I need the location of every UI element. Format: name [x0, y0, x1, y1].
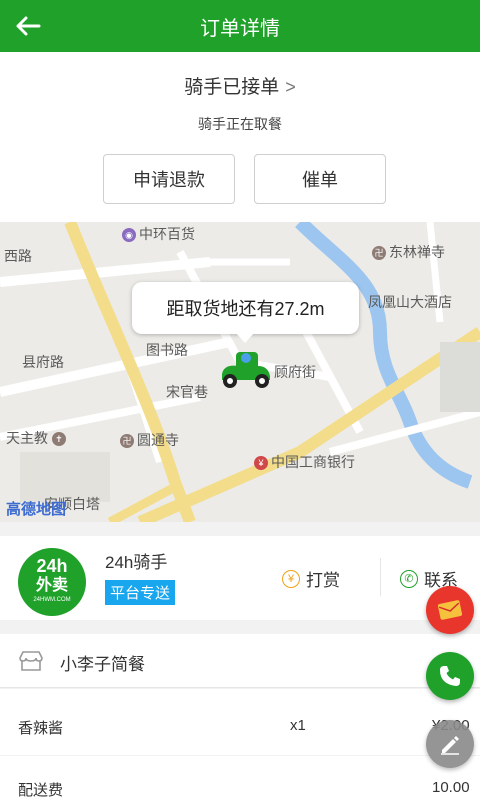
shop-name: 小李子简餐 [60, 655, 145, 674]
back-arrow-icon[interactable] [10, 8, 46, 44]
church-icon: ✝ [51, 432, 66, 447]
edit-button[interactable] [426, 720, 474, 768]
chevron-right-icon: > [285, 77, 296, 97]
tip-button[interactable]: ¥ 打赏 [282, 566, 340, 591]
map-label-xianfulu: 县府路 [22, 354, 64, 370]
map-label-donglin: 卍东林禅寺 [372, 242, 445, 262]
mall-icon: ◉ [122, 228, 136, 243]
refund-button[interactable]: 申请退款 [103, 154, 235, 204]
red-packet-icon [437, 600, 463, 620]
rider-scooter-icon [222, 352, 270, 388]
map-label-xilu: 西路 [4, 248, 32, 264]
map-label-gufujie: 顾府街 [274, 364, 316, 380]
phone-icon [440, 666, 460, 686]
order-status-panel: 骑手已接单 > 骑手正在取餐 申请退款 催单 [0, 52, 480, 222]
delivery-map[interactable]: ◉ 中环百货 卍东林禅寺 西路 凤凰山大酒店 图书路 县府路 顾府街 宋官巷 天主… [0, 222, 480, 522]
map-label-tushulu: 图书路 [146, 342, 188, 358]
status-sub-text: 骑手正在取餐 [198, 116, 282, 132]
item-name: 香辣酱 [18, 720, 64, 737]
rider-card: 24h 外卖 24HWM.COM 24h骑手 平台专送 ¥ 打赏 ✆ 联系 [0, 536, 480, 620]
page-title: 订单详情 [200, 17, 280, 40]
status-main-row[interactable]: 骑手已接单 > [0, 72, 480, 99]
yuan-coin-icon: ¥ [282, 569, 300, 588]
status-main-text: 骑手已接单 [184, 77, 280, 98]
store-icon [19, 651, 43, 671]
map-label-songguanxiang: 宋官巷 [166, 384, 208, 400]
shop-row[interactable]: 小李子简餐 › [0, 634, 480, 688]
delivery-fee-value: 10.00 [432, 779, 470, 796]
urge-order-button[interactable]: 催单 [254, 154, 386, 204]
rider-avatar-logo: 24h 外卖 24HWM.COM [18, 548, 86, 616]
map-label-fenghuang: 凤凰山大酒店 [368, 294, 452, 310]
pencil-icon [441, 736, 459, 755]
red-packet-button[interactable] [426, 586, 474, 634]
divider [380, 558, 381, 596]
call-button[interactable] [426, 652, 474, 700]
map-label-tianzhujiao: 天主教 ✝ [6, 428, 69, 448]
map-label-zhonghuan: ◉ 中环百货 [122, 224, 195, 244]
delivery-fee-label: 配送费 [18, 782, 64, 799]
item-quantity: x1 [290, 717, 306, 734]
rider-name: 24h骑手 [105, 553, 168, 572]
map-brand-logo: 高德地图 [6, 501, 67, 518]
delivery-type-badge: 平台专送 [105, 580, 176, 605]
map-label-icbc: ¥ 中国工商银行 [254, 452, 355, 472]
temple-icon: 卍 [372, 246, 386, 261]
temple-icon: 卍 [120, 434, 134, 449]
bank-icon: ¥ [254, 456, 268, 471]
map-label-yuantongsi: 卍圆通寺 [120, 430, 179, 450]
distance-bubble: 距取货地还有27.2m [132, 282, 359, 343]
order-item-row: 香辣酱 x1 ¥2.00 [0, 689, 480, 755]
top-bar: 订单详情 [0, 0, 480, 52]
delivery-fee-row: 配送费 10.00 [0, 756, 480, 800]
phone-icon: ✆ [400, 569, 418, 588]
